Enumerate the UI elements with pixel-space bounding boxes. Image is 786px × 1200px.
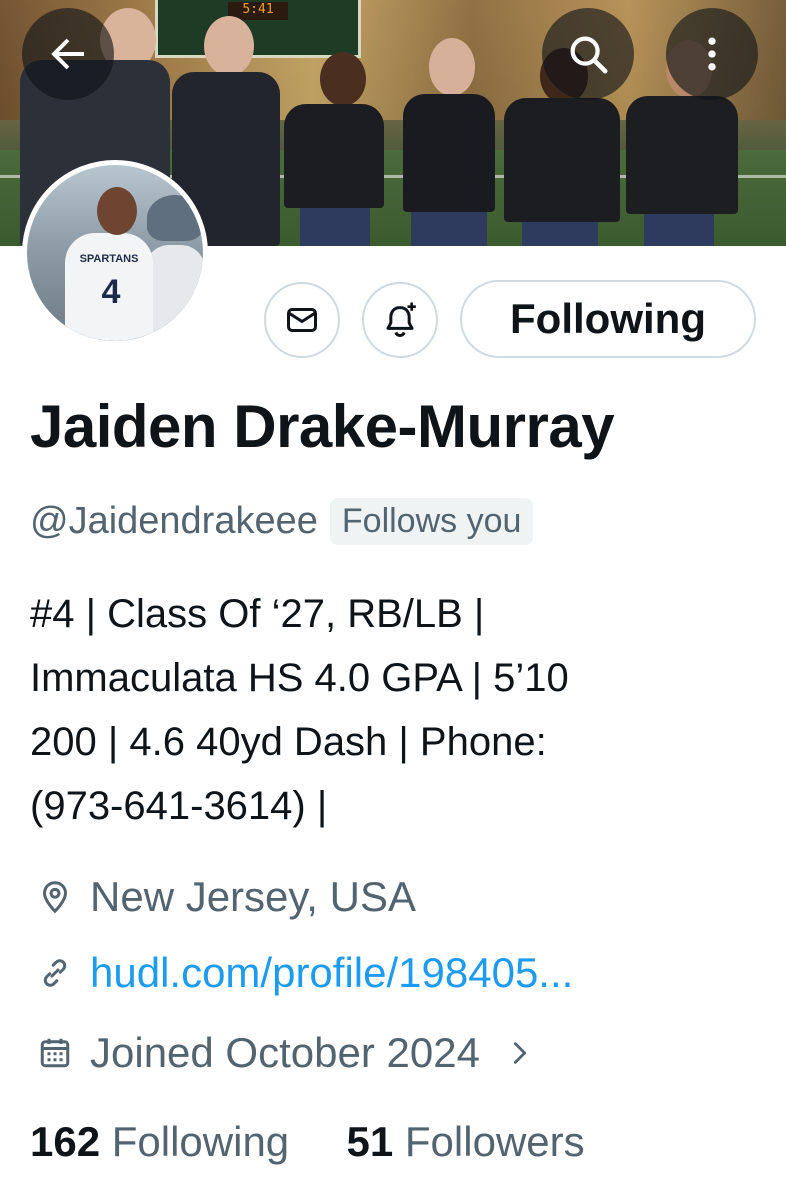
follows-you-badge: Follows you — [329, 498, 534, 545]
chevron-right-icon — [506, 1038, 534, 1068]
avatar-helmet — [147, 195, 203, 241]
avatar-face — [97, 187, 137, 235]
back-button[interactable] — [22, 8, 114, 100]
more-vertical-icon — [708, 37, 716, 71]
location-text: New Jersey, USA — [90, 873, 416, 920]
website-link[interactable]: hudl.com/profile/198405... — [90, 949, 573, 997]
joined-text: Joined October 2024 — [90, 1029, 480, 1076]
search-button[interactable] — [542, 8, 634, 100]
bio-line: Immaculata HS 4.0 GPA | 5’10 — [30, 656, 569, 700]
bio-line: #4 | Class Of ‘27, RB/LB | — [30, 592, 485, 636]
username-handle: @Jaidendrakeee — [30, 500, 318, 542]
bio-line: 200 | 4.6 40yd Dash | Phone: — [30, 720, 547, 764]
following-button-label: Following — [510, 295, 706, 342]
display-name: Jaiden Drake-Murray — [30, 393, 615, 460]
joined-row[interactable]: Joined October 2024 — [30, 1028, 534, 1078]
arrow-left-icon — [51, 38, 84, 70]
handle-row: @Jaidendrakeee Follows you — [30, 498, 534, 545]
profile-avatar[interactable]: SPARTANS 4 — [22, 160, 208, 346]
search-icon — [570, 36, 608, 74]
followers-stat[interactable]: 51 Followers — [347, 1118, 585, 1165]
bell-plus-icon — [386, 302, 416, 338]
following-stat-label: Following — [111, 1118, 290, 1165]
followers-stat-label: Followers — [404, 1118, 585, 1165]
banner-player — [385, 0, 505, 246]
location-row: New Jersey, USA — [30, 872, 416, 922]
following-button[interactable]: Following — [460, 280, 756, 358]
avatar-number: 4 — [101, 273, 121, 311]
notifications-button[interactable] — [362, 282, 438, 358]
avatar-teammate — [145, 245, 203, 341]
following-count: 162 — [30, 1118, 101, 1165]
banner-player — [280, 0, 390, 246]
bio-line: (973-641-3614) | — [30, 784, 328, 828]
following-stat[interactable]: 162 Following — [30, 1118, 301, 1165]
avatar-team-text: SPARTANS — [79, 253, 139, 265]
follow-stats: 162 Following 51 Followers — [30, 1118, 585, 1166]
mail-icon — [287, 308, 317, 332]
link-icon — [30, 948, 80, 998]
calendar-icon — [30, 1028, 80, 1078]
website-row: hudl.com/profile/198405... — [30, 948, 573, 998]
followers-count: 51 — [346, 1118, 394, 1165]
location-pin-icon — [30, 872, 80, 922]
message-button[interactable] — [264, 282, 340, 358]
profile-bio: #4 | Class Of ‘27, RB/LB | Immaculata HS… — [30, 582, 760, 838]
more-button[interactable] — [666, 8, 758, 100]
